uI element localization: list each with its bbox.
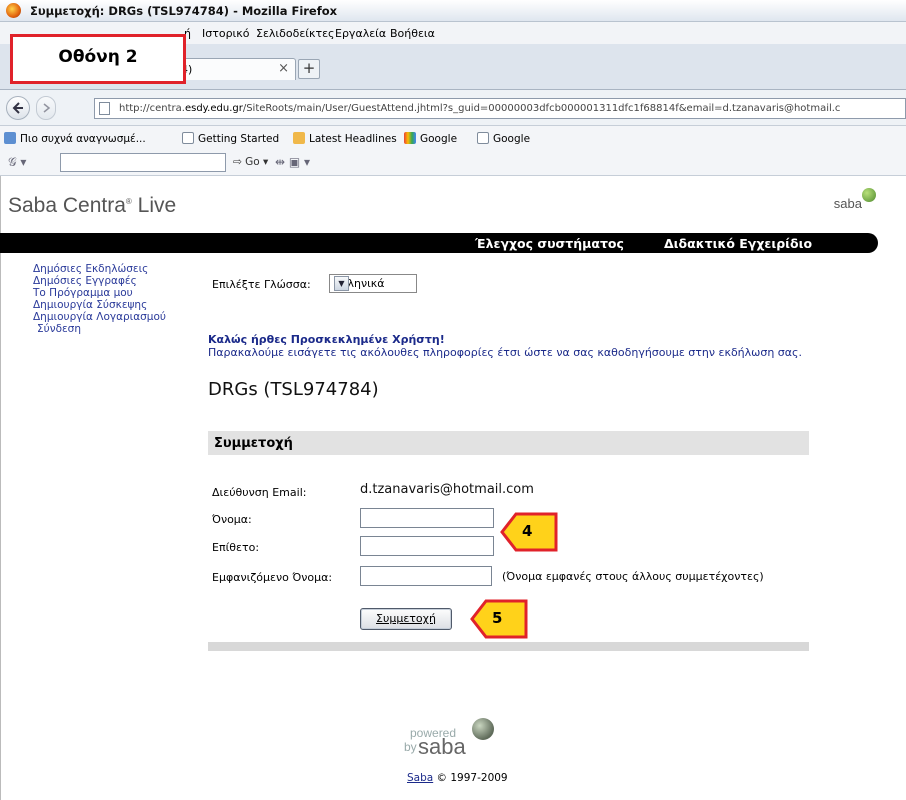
- saba-swirl-icon: [472, 718, 494, 740]
- sidebar-item-create-meeting[interactable]: Δημιουργία Σύσκεψης: [33, 299, 166, 311]
- tab-close-icon[interactable]: ×: [278, 61, 289, 76]
- forward-arrow-icon: [43, 103, 51, 113]
- top-navigation-bar: Έλεγχος συστήματος Διδακτικό Εγχειρίδιο: [0, 233, 878, 253]
- page-icon: [477, 132, 489, 144]
- system-check-link[interactable]: Έλεγχος συστήματος: [475, 236, 624, 251]
- screen-label: Οθόνη 2: [58, 47, 138, 67]
- toolbar-search-input[interactable]: [60, 153, 226, 172]
- screen-label-callout: Οθόνη 2: [10, 34, 186, 84]
- first-name-field[interactable]: [360, 508, 494, 528]
- section-footer-bar: [208, 642, 809, 651]
- sidebar-item-public-events[interactable]: Δημόσιες Εκδηλώσεις: [33, 263, 166, 275]
- chevron-down-icon[interactable]: ▼: [334, 276, 349, 291]
- bookmark-most-visited[interactable]: Πιο συχνά αναγνωσμέ...: [4, 132, 146, 145]
- google-icon: [404, 132, 416, 144]
- welcome-message: Καλώς ήρθες Προσκεκλημένε Χρήστη!: [208, 333, 445, 346]
- email-value: d.tzanavaris@hotmail.com: [360, 482, 534, 497]
- section-title: Συμμετοχή: [214, 436, 293, 451]
- back-arrow-icon: [12, 102, 23, 114]
- menu-history[interactable]: Ιστορικό: [202, 27, 250, 40]
- saba-logo: saba: [834, 188, 876, 211]
- toolbar-extra-icon[interactable]: ⇹ ▣ ▾: [275, 155, 310, 169]
- saba-centra-brand: Saba Centra® Live: [8, 194, 177, 217]
- step-4-number: 4: [522, 522, 533, 540]
- search-toolbar: 𝒢 ▾ ⇨ Go ▾ ⇹ ▣ ▾: [0, 150, 906, 176]
- go-button[interactable]: ⇨ Go ▾: [233, 156, 268, 168]
- copyright: Saba © 1997-2009: [407, 772, 508, 784]
- back-button[interactable]: [6, 96, 30, 120]
- page-icon: [182, 132, 194, 144]
- forward-button[interactable]: [36, 96, 56, 120]
- step-5-callout: 5: [470, 598, 528, 640]
- menu-help[interactable]: Βοήθεια: [390, 27, 435, 40]
- email-label: Διεύθυνση Email:: [212, 486, 307, 499]
- menu-bookmarks[interactable]: Σελιδοδείκτες: [256, 27, 335, 40]
- firefox-logo-icon: [6, 3, 21, 18]
- language-select[interactable]: Ελληνικά ▼: [329, 274, 417, 293]
- window-title: Συμμετοχή: DRGs (TSL974784) - Mozilla Fi…: [30, 4, 338, 18]
- page-left-border: [0, 176, 1, 800]
- url-bar[interactable]: http://centra.esdy.edu.gr/SiteRoots/main…: [94, 98, 906, 119]
- display-name-hint: (Όνομα εμφανές στους άλλους συμμετέχοντε…: [502, 570, 764, 583]
- menu-tools[interactable]: Εργαλεία: [335, 27, 386, 40]
- saba-link[interactable]: Saba: [407, 772, 433, 784]
- powered-by-saba-logo: powered by saba: [404, 718, 514, 768]
- bookmark-google-1[interactable]: Google: [404, 132, 457, 145]
- first-name-label: Όνομα:: [212, 513, 252, 526]
- page-icon: [99, 102, 110, 115]
- event-title: DRGs (TSL974784): [208, 379, 379, 400]
- side-navigation: Δημόσιες Εκδηλώσεις Δημόσιες Εγγραφές Το…: [33, 263, 166, 335]
- sidebar-item-my-schedule[interactable]: Το Πρόγραμμα μου: [33, 287, 166, 299]
- url-text: http://centra.esdy.edu.gr/SiteRoots/main…: [119, 103, 841, 114]
- toolbar-logo-icon[interactable]: 𝒢 ▾: [8, 155, 26, 170]
- window-titlebar: Συμμετοχή: DRGs (TSL974784) - Mozilla Fi…: [0, 0, 906, 22]
- last-name-label: Επίθετο:: [212, 541, 260, 554]
- saba-swirl-icon: [862, 188, 876, 202]
- bookmarks-toolbar: Πιο συχνά αναγνωσμέ... Getting Started L…: [0, 126, 906, 150]
- bookmark-getting-started[interactable]: Getting Started: [182, 132, 279, 145]
- join-button[interactable]: Συμμετοχή: [360, 608, 452, 630]
- step-5-number: 5: [492, 609, 503, 627]
- step-4-callout: 4: [500, 511, 558, 553]
- bookmark-google-2[interactable]: Google: [477, 132, 530, 145]
- most-visited-icon: [4, 132, 16, 144]
- sidebar-item-create-account[interactable]: Δημιουργία Λογαριασμού: [33, 311, 166, 323]
- sidebar-item-public-registrations[interactable]: Δημόσιες Εγγραφές: [33, 275, 166, 287]
- tutorial-link[interactable]: Διδακτικό Εγχειρίδιο: [664, 236, 812, 251]
- rss-folder-icon: [293, 132, 305, 144]
- display-name-field[interactable]: [360, 566, 492, 586]
- navigation-bar: http://centra.esdy.edu.gr/SiteRoots/main…: [0, 90, 906, 126]
- bookmark-latest-headlines[interactable]: Latest Headlines: [293, 132, 397, 145]
- instructions-text: Παρακαλούμε εισάγετε τις ακόλουθες πληρο…: [208, 346, 802, 359]
- section-header: Συμμετοχή: [208, 431, 809, 455]
- saba-header: Saba Centra® Live saba: [0, 176, 906, 217]
- sidebar-item-login[interactable]: Σύνδεση: [37, 323, 166, 335]
- display-name-label: Εμφανιζόμενο Όνομα:: [212, 571, 333, 584]
- last-name-field[interactable]: [360, 536, 494, 556]
- new-tab-button[interactable]: +: [298, 59, 320, 79]
- language-label: Επιλέξτε Γλώσσα:: [212, 278, 311, 291]
